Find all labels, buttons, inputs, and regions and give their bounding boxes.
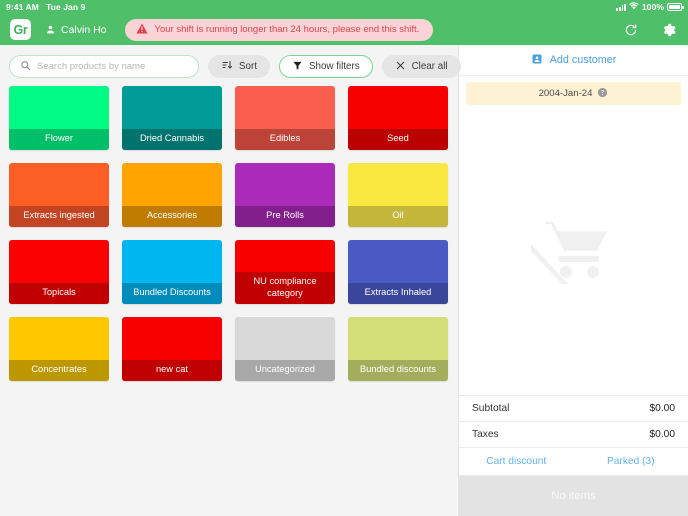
category-tile-label: Bundled discounts — [348, 360, 448, 381]
category-tile-label: Flower — [9, 129, 109, 150]
taxes-label: Taxes — [472, 429, 499, 440]
status-right-cluster: 100% — [616, 2, 682, 12]
search-input[interactable] — [37, 61, 188, 72]
empty-cart-placeholder — [459, 105, 688, 395]
category-tile-label: Seed — [348, 129, 448, 150]
category-tile-label: Pre Rolls — [235, 206, 335, 227]
current-user-name: Calvin Ho — [61, 24, 107, 36]
product-browser: Sort Show filters Clear all Flower Dried … — [0, 45, 458, 516]
category-tile-label: Topicals — [9, 283, 109, 304]
category-tile[interactable]: new cat — [122, 317, 222, 381]
refresh-icon[interactable] — [624, 23, 638, 37]
checkout-button[interactable]: No items — [459, 476, 688, 516]
ios-status-bar: 9:41 AM Tue Jan 9 100% — [0, 0, 688, 14]
close-icon — [395, 60, 406, 74]
status-time: 9:41 AM — [6, 2, 39, 12]
sort-icon — [221, 59, 233, 74]
category-grid: Flower Dried Cannabis Edibles Seed Extracts … — [0, 86, 458, 381]
app-header-actions — [624, 22, 678, 38]
cart-panel: Add customer 2004-Jan-24 — [458, 45, 688, 516]
cellular-signal-icon — [616, 4, 625, 11]
shift-alert-text: Your shift is running longer than 24 hou… — [155, 24, 420, 35]
category-tile-label: Concentrates — [9, 360, 109, 381]
show-filters-button[interactable]: Show filters — [279, 55, 373, 78]
subtotal-value: $0.00 — [650, 403, 676, 414]
category-tile[interactable]: Uncategorized — [235, 317, 335, 381]
category-tile-label: Bundled Discounts — [122, 283, 222, 304]
app-header: Gr Calvin Ho Your shift is running longe… — [0, 14, 688, 45]
add-customer-label: Add customer — [550, 54, 617, 66]
funnel-icon — [292, 60, 303, 74]
shift-alert-banner[interactable]: Your shift is running longer than 24 hou… — [125, 19, 434, 41]
category-tile[interactable]: Bundled Discounts — [122, 240, 222, 304]
battery-percent: 100% — [642, 2, 664, 12]
category-tile[interactable]: Bundled discounts — [348, 317, 448, 381]
cart-totals: Subtotal $0.00 Taxes $0.00 Cart discount… — [459, 395, 688, 516]
cart-off-icon — [531, 212, 617, 289]
category-tile[interactable]: Extracts Inhaled — [348, 240, 448, 304]
help-circle-icon[interactable] — [597, 87, 608, 101]
category-tile[interactable]: Topicals — [9, 240, 109, 304]
category-tile-label: Uncategorized — [235, 360, 335, 381]
category-tile[interactable]: Concentrates — [9, 317, 109, 381]
cart-actions-row: Cart discount Parked (3) — [459, 447, 688, 476]
category-tile[interactable]: Edibles — [235, 86, 335, 150]
customer-card-icon — [531, 53, 543, 68]
warning-triangle-icon — [136, 23, 148, 37]
battery-icon — [667, 3, 682, 11]
category-tile-label: Edibles — [235, 129, 335, 150]
category-tile-label: NU compliance category — [235, 272, 335, 304]
category-tile-label: Dried Cannabis — [122, 129, 222, 150]
sort-button[interactable]: Sort — [208, 55, 270, 78]
category-tile[interactable]: Extracts ingested — [9, 163, 109, 227]
add-customer-button[interactable]: Add customer — [459, 45, 688, 76]
category-tile-label: new cat — [122, 360, 222, 381]
subtotal-label: Subtotal — [472, 403, 509, 414]
product-toolbar: Sort Show filters Clear all — [0, 45, 458, 86]
category-tile[interactable]: NU compliance category — [235, 240, 335, 304]
category-tile[interactable]: Seed — [348, 86, 448, 150]
subtotal-row: Subtotal $0.00 — [459, 395, 688, 421]
clear-all-label: Clear all — [412, 61, 448, 72]
cart-discount-link[interactable]: Cart discount — [459, 456, 574, 467]
wifi-icon — [629, 2, 639, 12]
main-area: Sort Show filters Clear all Flower Dried … — [0, 45, 688, 516]
current-user[interactable]: Calvin Ho — [45, 24, 107, 36]
status-date: Tue Jan 9 — [46, 2, 85, 12]
category-tile[interactable]: Oil — [348, 163, 448, 227]
category-tile[interactable]: Dried Cannabis — [122, 86, 222, 150]
search-icon — [20, 58, 31, 76]
show-filters-label: Show filters — [309, 61, 360, 72]
sort-label: Sort — [239, 61, 257, 72]
category-tile-label: Accessories — [122, 206, 222, 227]
search-field-wrapper[interactable] — [9, 55, 199, 78]
category-tile-label: Extracts Inhaled — [348, 283, 448, 304]
pos-app-window: 9:41 AM Tue Jan 9 100% Gr Calvin Ho Your… — [0, 0, 688, 516]
person-icon — [45, 24, 56, 35]
cart-date-banner: 2004-Jan-24 — [466, 82, 681, 105]
category-tile[interactable]: Flower — [9, 86, 109, 150]
category-tile-label: Extracts ingested — [9, 206, 109, 227]
taxes-row: Taxes $0.00 — [459, 421, 688, 447]
clear-all-button[interactable]: Clear all — [382, 55, 461, 78]
cart-date-label: 2004-Jan-24 — [539, 88, 593, 99]
gear-icon[interactable] — [660, 22, 676, 38]
category-tile[interactable]: Pre Rolls — [235, 163, 335, 227]
category-tile[interactable]: Accessories — [122, 163, 222, 227]
parked-orders-link[interactable]: Parked (3) — [574, 456, 688, 467]
category-tile-label: Oil — [348, 206, 448, 227]
taxes-value: $0.00 — [650, 429, 676, 440]
app-logo[interactable]: Gr — [10, 19, 31, 40]
